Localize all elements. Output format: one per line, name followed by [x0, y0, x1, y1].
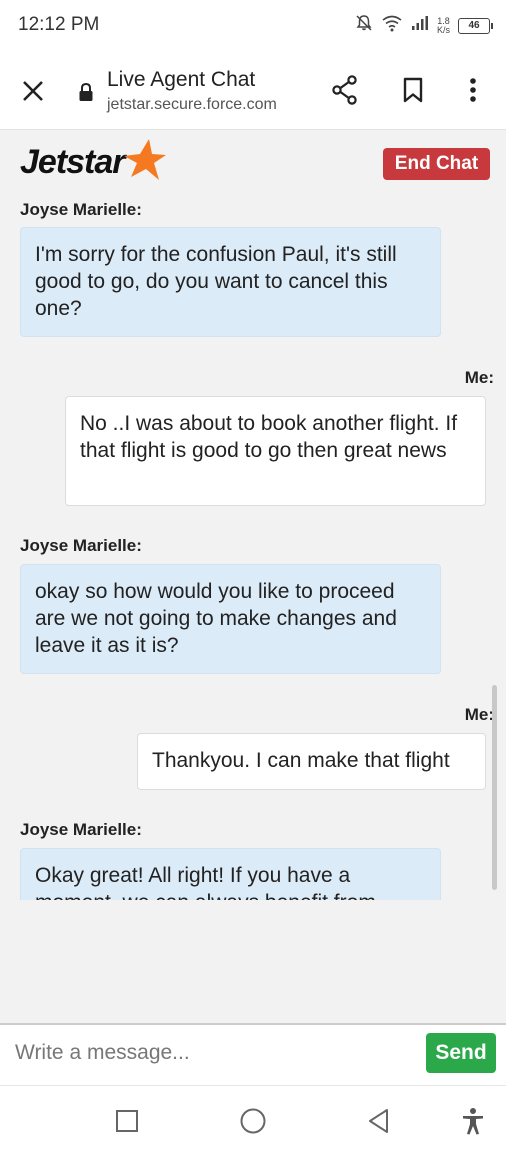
- share-icon: [332, 75, 357, 105]
- wifi-icon: [381, 14, 403, 37]
- logo-text: Jetstar: [20, 142, 126, 181]
- lock-icon: [78, 82, 94, 102]
- net-speed-unit: K/s: [436, 24, 450, 35]
- signal-icon: [411, 15, 429, 36]
- page-title: Live Agent Chat: [107, 68, 256, 91]
- chat-header: Jetstar End Chat: [8, 136, 498, 188]
- home-circle-icon: [240, 1108, 266, 1134]
- net-speed: 1.8 K/s: [436, 16, 450, 35]
- bookmark-button[interactable]: [396, 72, 430, 108]
- status-icons: 1.8 K/s 46: [355, 14, 493, 37]
- message-agent: Joyse Marielle:: [8, 200, 498, 220]
- message-agent: Joyse Marielle:: [8, 820, 498, 840]
- home-button[interactable]: [238, 1106, 268, 1136]
- message-bubble-me: No ..I was about to book another flight.…: [65, 396, 486, 506]
- message-composer: Send: [0, 1023, 506, 1085]
- message-sender: Me:: [464, 368, 494, 387]
- message-me: Me:: [8, 368, 498, 388]
- bookmark-icon: [403, 77, 423, 103]
- message-sender: Joyse Marielle:: [20, 820, 142, 839]
- back-triangle-icon: [369, 1109, 388, 1133]
- chat-page: Jetstar End Chat Joyse Marielle: I'm sor…: [0, 130, 506, 1085]
- share-button[interactable]: [328, 72, 362, 108]
- message-sender: Joyse Marielle:: [20, 536, 142, 555]
- message-bubble-me: Thankyou. I can make that flight: [137, 733, 486, 790]
- more-options-button[interactable]: [456, 72, 490, 108]
- browser-toolbar: Live Agent Chat jetstar.secure.force.com: [0, 50, 506, 130]
- message-agent: Joyse Marielle:: [8, 536, 498, 556]
- status-time: 12:12 PM: [18, 14, 100, 35]
- message-bubble-agent: okay so how would you like to proceed ar…: [20, 564, 441, 674]
- message-bubble-agent: Okay great! All right! If you have a mom…: [20, 848, 441, 900]
- chat-messages[interactable]: Joyse Marielle: I'm sorry for the confus…: [8, 190, 498, 1025]
- recents-button[interactable]: [112, 1106, 142, 1136]
- message-bubble-agent: I'm sorry for the confusion Paul, it's s…: [20, 227, 441, 337]
- message-me: Me:: [8, 705, 498, 725]
- message-input[interactable]: [8, 1033, 408, 1073]
- battery-icon: 46: [458, 17, 493, 34]
- more-vertical-icon: [470, 78, 476, 102]
- battery-level: 46: [468, 20, 480, 31]
- notifications-off-icon: [355, 14, 373, 37]
- recents-square-icon: [116, 1110, 138, 1132]
- send-button[interactable]: Send: [426, 1033, 496, 1073]
- page-url[interactable]: jetstar.secure.force.com: [107, 96, 277, 114]
- message-sender: Joyse Marielle:: [20, 200, 142, 219]
- accessibility-icon: [463, 1108, 483, 1135]
- close-button[interactable]: [18, 76, 48, 106]
- system-nav-bar: [0, 1085, 506, 1152]
- chat-scrollbar[interactable]: [492, 685, 497, 890]
- accessibility-button[interactable]: [458, 1106, 488, 1136]
- back-button[interactable]: [364, 1106, 394, 1136]
- status-bar: 12:12 PM 1.8 K/s 46: [0, 0, 506, 50]
- message-sender: Me:: [464, 705, 494, 724]
- jetstar-logo: Jetstar: [20, 139, 167, 182]
- end-chat-button[interactable]: End Chat: [383, 148, 490, 180]
- close-icon: [23, 81, 43, 101]
- star-logo-icon: [123, 139, 166, 180]
